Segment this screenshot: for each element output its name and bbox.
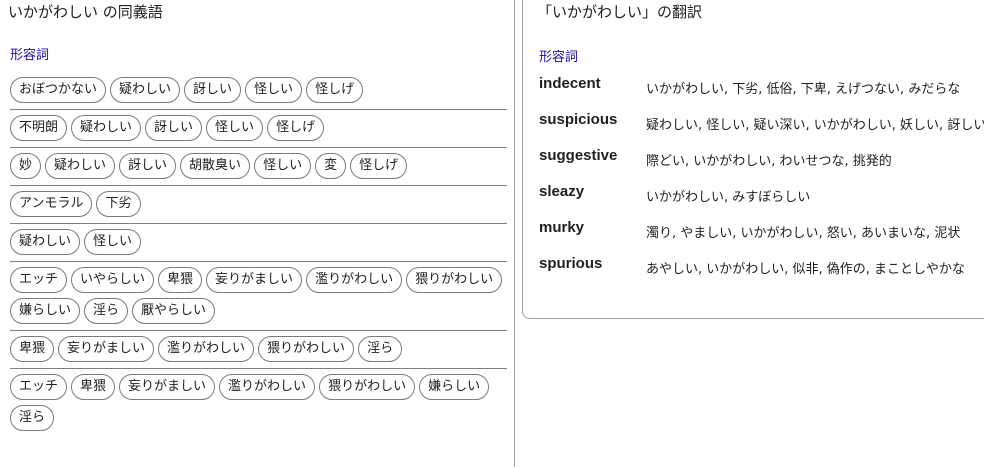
synonym-chip[interactable]: 濫りがわしい — [306, 267, 403, 293]
translation-equivalents: あやしい, いかがわしい, 似非, 偽作の, まことしやかな — [646, 262, 965, 277]
synonym-chip[interactable]: エッチ — [10, 267, 68, 293]
translation-row: suggestive 際どい, いかがわしい, わいせつな, 挑発的 — [539, 145, 979, 181]
synonym-group: アンモラル 下劣 — [10, 186, 507, 224]
translation-row: spurious あやしい, いかがわしい, 似非, 偽作の, まことしやかな — [539, 253, 979, 289]
synonym-chip[interactable]: 妄りがましい — [119, 374, 216, 400]
synonym-chip[interactable]: 疑わしい — [71, 115, 142, 141]
translation-row: indecent いかがわしい, 下劣, 低俗, 下卑, えげつない, みだらな — [539, 73, 979, 109]
synonym-chip[interactable]: 嫌らしい — [419, 374, 490, 400]
synonym-chip[interactable]: 卑猥 — [158, 267, 203, 293]
panel-divider — [514, 0, 515, 467]
synonyms-title: いかがわしい の同義語 — [8, 3, 163, 21]
synonym-chip[interactable]: 怪しい — [206, 115, 264, 141]
synonym-chip[interactable]: 卑猥 — [71, 374, 116, 400]
translation-equivalents: 濁り, やましい, いかがわしい, 怒い, あいまいな, 泥状 — [646, 226, 961, 241]
translation-word-link[interactable]: suggestive — [539, 147, 617, 164]
synonym-chip[interactable]: 怪しい — [245, 77, 303, 103]
synonym-chip[interactable]: 訝しい — [184, 77, 242, 103]
synonym-group: おぼつかない 疑わしい 訝しい 怪しい 怪しげ — [10, 73, 507, 110]
translation-equivalents: いかがわしい, みすぼらしい — [646, 190, 811, 205]
synonym-chip[interactable]: 怪しげ — [306, 77, 364, 103]
synonym-chip[interactable]: 濫りがわしい — [219, 374, 316, 400]
synonym-chip[interactable]: 妄りがましい — [206, 267, 303, 293]
synonym-group: 卑猥 妄りがましい 濫りがわしい 猥りがわしい 淫ら — [10, 331, 507, 369]
synonym-group: エッチ 卑猥 妄りがましい 濫りがわしい 猥りがわしい 嫌らしい淫ら — [10, 369, 507, 437]
synonym-group: 不明朗 疑わしい 訝しい 怪しい 怪しげ — [10, 110, 507, 148]
synonym-chip[interactable]: 猥りがわしい — [319, 374, 416, 400]
synonym-chip[interactable]: 変 — [315, 153, 347, 179]
synonym-chip[interactable]: 怪しげ — [350, 153, 408, 179]
synonym-group: 妙疑わしい 訝しい 胡散臭い 怪しい変怪しげ — [10, 148, 507, 186]
synonym-chip[interactable]: おぼつかない — [10, 77, 107, 103]
synonym-chip[interactable]: 訝しい — [145, 115, 203, 141]
translation-row: murky 濁り, やましい, いかがわしい, 怒い, あいまいな, 泥状 — [539, 217, 979, 253]
translation-list: indecent いかがわしい, 下劣, 低俗, 下卑, えげつない, みだらな s… — [539, 73, 984, 289]
synonym-chip[interactable]: 胡散臭い — [180, 153, 251, 179]
synonym-chip[interactable]: 淫ら — [84, 298, 129, 324]
translation-equivalents: 疑わしい, 怪しい, 疑い深い, いかがわしい, 妖しい, 訝しい — [646, 118, 984, 133]
translation-word-link[interactable]: suspicious — [539, 111, 617, 128]
synonym-chip[interactable]: 妄りがましい — [58, 336, 155, 362]
synonym-chip[interactable]: 淫ら — [10, 405, 55, 431]
synonym-chip[interactable]: 疑わしい — [110, 77, 181, 103]
translation-word-link[interactable]: murky — [539, 219, 584, 236]
synonym-chip[interactable]: 怪しげ — [267, 115, 325, 141]
synonym-chip[interactable]: アンモラル — [10, 191, 93, 217]
synonym-chip[interactable]: 嫌らしい — [10, 298, 81, 324]
synonym-chip[interactable]: 訝しい — [119, 153, 177, 179]
synonym-chip[interactable]: 卑猥 — [10, 336, 55, 362]
translation-equivalents: いかがわしい, 下劣, 低俗, 下卑, えげつない, みだらな — [646, 82, 961, 97]
translation-equivalents: 際どい, いかがわしい, わいせつな, 挑発的 — [646, 154, 892, 169]
translation-title: 「いかがわしい」の翻訳 — [537, 3, 703, 21]
synonyms-panel: いかがわしい の同義語 形容詞 おぼつかない 疑わしい 訝しい 怪しい 怪しげ 不明朗 疑わ… — [0, 0, 507, 467]
translation-pos-label: 形容詞 — [539, 50, 579, 65]
translation-word-link[interactable]: indecent — [539, 75, 601, 92]
synonym-chip[interactable]: 淫ら — [358, 336, 403, 362]
synonym-chip[interactable]: 怪しい — [84, 229, 142, 255]
synonym-chip[interactable]: 疑わしい — [45, 153, 116, 179]
synonym-chip[interactable]: 疑わしい — [10, 229, 81, 255]
synonym-groups: おぼつかない 疑わしい 訝しい 怪しい 怪しげ 不明朗 疑わしい 訝しい 怪しい 怪しげ妙疑わしい… — [10, 73, 507, 437]
synonyms-pos-label: 形容詞 — [10, 48, 50, 63]
synonym-chip[interactable]: 怪しい — [254, 153, 312, 179]
synonym-chip[interactable]: 不明朗 — [10, 115, 68, 141]
synonym-chip[interactable]: 下劣 — [96, 191, 141, 217]
synonym-chip[interactable]: 厭やらしい — [132, 298, 216, 324]
synonym-chip[interactable]: いやらしい — [71, 267, 155, 293]
translation-row: suspicious 疑わしい, 怪しい, 疑い深い, いかがわしい, 妖しい, … — [539, 109, 984, 145]
synonym-group: 疑わしい 怪しい — [10, 224, 507, 262]
synonym-chip[interactable]: 濫りがわしい — [158, 336, 255, 362]
synonym-group: エッチ いやらしい 卑猥 妄りがましい 濫りがわしい 猥りがわしい嫌らしい 淫ら 厭やらしい — [10, 262, 507, 331]
synonym-chip[interactable]: エッチ — [10, 374, 68, 400]
translation-word-link[interactable]: spurious — [539, 255, 602, 272]
synonym-chip[interactable]: 猥りがわしい — [406, 267, 503, 293]
translation-row: sleazy いかがわしい, みすぼらしい — [539, 181, 979, 217]
synonym-chip[interactable]: 妙 — [10, 153, 42, 179]
synonym-chip[interactable]: 猥りがわしい — [258, 336, 355, 362]
translation-word-link[interactable]: sleazy — [539, 183, 584, 200]
